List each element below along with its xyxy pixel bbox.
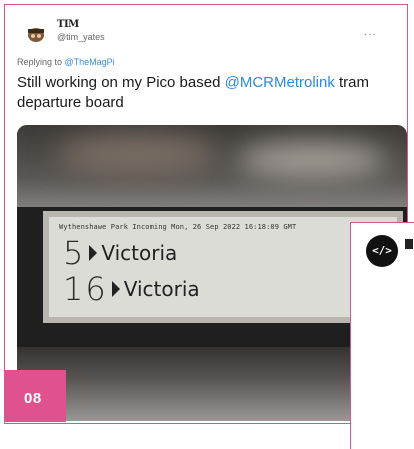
departure-row: 5 Victoria [63, 234, 178, 272]
second-card: </> [350, 222, 414, 449]
photo-blur [237, 143, 387, 177]
destination: Victoria [123, 277, 200, 301]
board-header: Wythenshawe Park Incoming Mon, 26 Sep 20… [59, 223, 297, 231]
number-badge: 08 [4, 370, 66, 422]
minutes: 5 [63, 234, 86, 272]
tweet-card: TIM @tim_yates ··· Replying to @TheMagPi… [4, 4, 408, 424]
arrow-icon [89, 245, 98, 261]
departure-row: 16 Victoria [63, 270, 200, 308]
tweet-media-image[interactable]: Wythenshawe Park Incoming Mon, 26 Sep 20… [17, 125, 407, 421]
tweet-text-start: Still working on my Pico based [17, 74, 225, 91]
user-handle[interactable]: @tim_yates [57, 31, 105, 43]
code-icon: </> [366, 235, 398, 267]
display-name[interactable]: TIM [57, 19, 105, 31]
avatar-image [23, 21, 49, 47]
reply-mention-link[interactable]: @TheMagPi [65, 57, 115, 67]
more-options-icon[interactable]: ··· [364, 30, 377, 40]
avatar[interactable] [23, 21, 49, 47]
arrow-icon [111, 281, 120, 297]
minutes: 16 [63, 270, 108, 308]
reply-line: Replying to @TheMagPi [17, 57, 115, 67]
destination: Victoria [101, 241, 178, 265]
badge-number: 08 [24, 390, 42, 407]
tweet-header: TIM @tim_yates ··· [23, 19, 383, 49]
e-ink-display: Wythenshawe Park Incoming Mon, 26 Sep 20… [43, 211, 403, 323]
page: TIM @tim_yates ··· Replying to @TheMagPi… [0, 0, 414, 449]
tweet-text: Still working on my Pico based @MCRMetro… [17, 73, 397, 113]
user-info: TIM @tim_yates [57, 19, 105, 43]
reply-prefix: Replying to [17, 57, 65, 67]
tweet-mention-link[interactable]: @MCRMetrolink [225, 74, 335, 91]
photo-blur [57, 135, 217, 175]
card-text-fragment [405, 239, 413, 249]
